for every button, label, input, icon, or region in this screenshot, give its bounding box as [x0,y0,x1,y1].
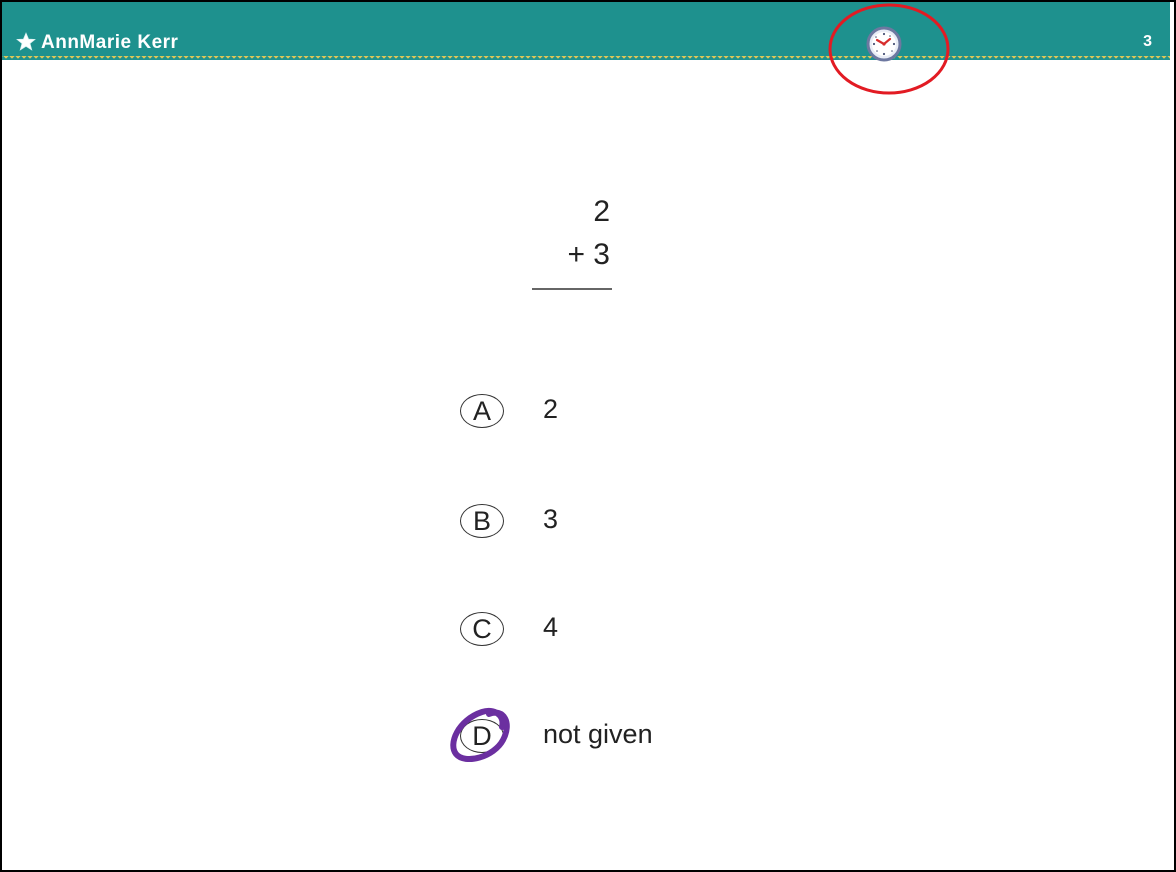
choice-d[interactable]: D not given [450,705,810,767]
choice-a[interactable]: A 2 [450,380,810,442]
answer-bubble-d[interactable]: D [460,719,504,753]
choice-a-text: 2 [543,394,559,424]
choice-c-text: 4 [543,612,559,642]
choice-b[interactable]: B 3 [450,490,810,552]
choice-d-text: not given [543,719,653,749]
answer-line [532,288,612,290]
bottom-addend: + 3 [567,238,610,271]
header-bar: AnnMarie Kerr 3 [2,2,1170,60]
page-number: 3 [1143,33,1152,50]
top-addend: 2 [593,195,610,228]
answer-bubble-a[interactable]: A [460,394,504,428]
header-fringe [2,56,1170,64]
star-icon [16,32,36,51]
student-name: AnnMarie Kerr [41,32,179,53]
clock-icon[interactable] [864,24,904,64]
answer-bubble-c[interactable]: C [460,612,504,646]
answer-bubble-b[interactable]: B [460,504,504,538]
choice-b-text: 3 [543,504,559,534]
addition-problem: 2 + 3 [520,195,620,295]
choice-c[interactable]: C 4 [450,598,810,660]
